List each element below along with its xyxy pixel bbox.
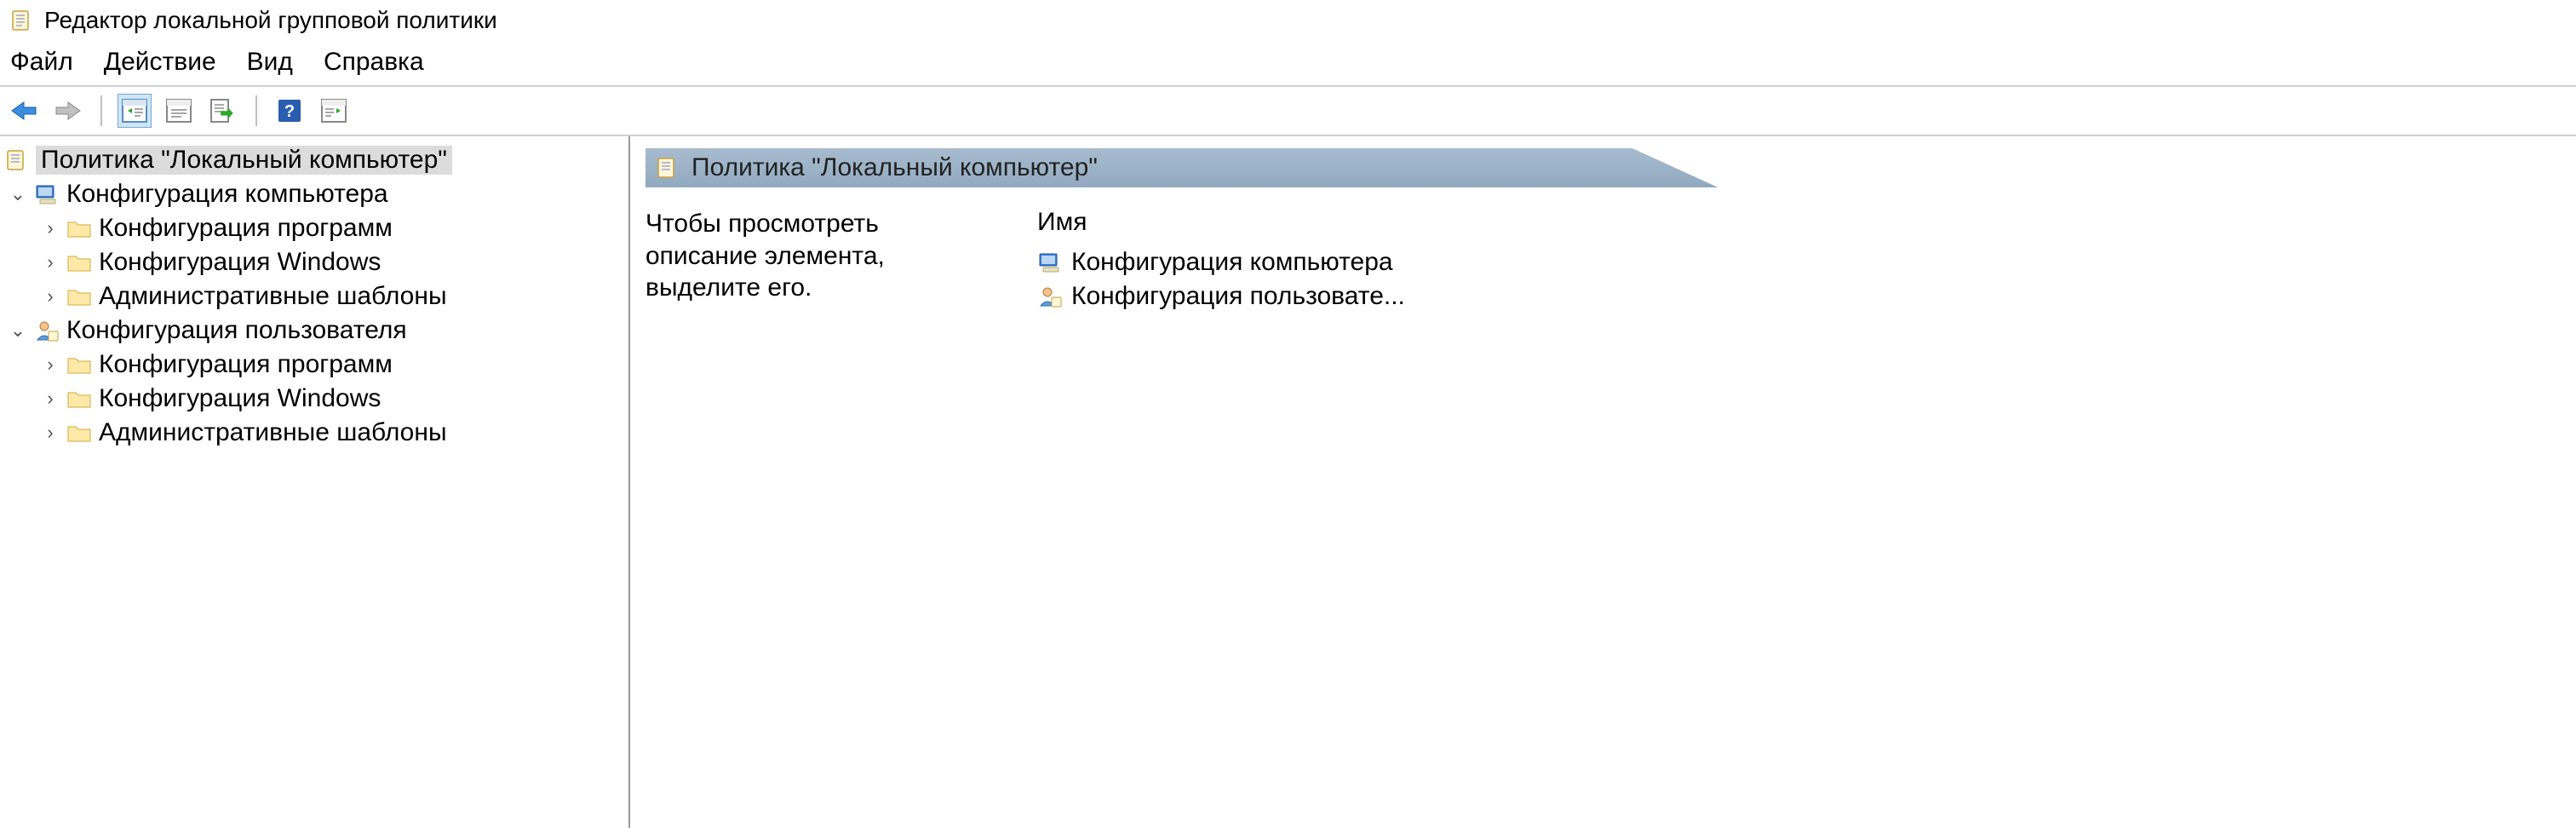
user-icon — [1037, 284, 1063, 309]
menu-help[interactable]: Справка — [324, 48, 424, 77]
tree-user-windows[interactable]: › Конфигурация Windows — [0, 382, 628, 416]
split-container: Политика "Локальный компьютер" ⌄ Конфигу… — [0, 136, 2576, 828]
menu-file[interactable]: Файл — [10, 48, 73, 77]
tree-pane: Политика "Локальный компьютер" ⌄ Конфигу… — [0, 136, 630, 828]
list-item-computer[interactable]: Конфигурация компьютера — [1037, 245, 2561, 279]
detail-list: Имя Конфигурация компьютера Конфигурация… — [1037, 208, 2561, 313]
chevron-right-icon[interactable]: › — [41, 251, 60, 273]
tree-root-node[interactable]: Политика "Локальный компьютер" — [0, 143, 628, 177]
app-icon — [9, 8, 34, 33]
column-header-name[interactable]: Имя — [1037, 208, 2561, 237]
tree-computer-admin[interactable]: › Административные шаблоны — [0, 279, 628, 313]
tree-user-software[interactable]: › Конфигурация программ — [0, 348, 628, 382]
toolbar-separator-2 — [255, 95, 257, 126]
folder-icon — [66, 352, 92, 377]
description-text: Чтобы просмотреть описание элемента, выд… — [645, 208, 986, 313]
policy-icon — [654, 155, 680, 181]
detail-pane: Политика "Локальный компьютер" Чтобы про… — [630, 136, 2576, 828]
show-hide-tree-button[interactable] — [118, 94, 152, 128]
chevron-right-icon[interactable]: › — [41, 422, 60, 444]
chevron-right-icon[interactable]: › — [41, 354, 60, 376]
export-list-button[interactable] — [206, 94, 240, 128]
chevron-right-icon[interactable]: › — [41, 285, 60, 308]
tree-computer-software[interactable]: › Конфигурация программ — [0, 211, 628, 245]
chevron-right-icon[interactable]: › — [41, 388, 60, 410]
list-item-label: Конфигурация пользовате... — [1071, 282, 1405, 311]
computer-icon — [34, 181, 60, 207]
tree-root-label: Политика "Локальный компьютер" — [36, 146, 452, 175]
tree-user-admin[interactable]: › Административные шаблоны — [0, 416, 628, 450]
tree-user-label: Конфигурация пользователя — [66, 316, 407, 345]
tree-item-label: Конфигурация программ — [99, 214, 393, 243]
list-item-label: Конфигурация компьютера — [1071, 248, 1393, 277]
folder-icon — [66, 420, 92, 446]
menu-view[interactable]: Вид — [247, 48, 293, 77]
folder-icon — [66, 386, 92, 411]
tree-item-label: Конфигурация программ — [99, 350, 393, 379]
tree-computer-windows[interactable]: › Конфигурация Windows — [0, 245, 628, 279]
folder-icon — [66, 284, 92, 309]
help-button[interactable]: ? — [273, 94, 307, 128]
window-root: Редактор локальной групповой политики Фа… — [0, 0, 2576, 828]
tree-item-label: Административные шаблоны — [99, 418, 447, 447]
computer-icon — [1037, 250, 1063, 275]
titlebar: Редактор локальной групповой политики — [0, 0, 2576, 41]
back-button[interactable] — [7, 94, 41, 128]
chevron-down-icon[interactable]: ⌄ — [9, 319, 27, 342]
tree-item-label: Административные шаблоны — [99, 282, 447, 311]
detail-body: Чтобы просмотреть описание элемента, выд… — [645, 199, 2561, 313]
chevron-down-icon[interactable]: ⌄ — [9, 183, 27, 205]
user-icon — [34, 318, 60, 343]
tree-user-config[interactable]: ⌄ Конфигурация пользователя — [0, 313, 628, 348]
tree-computer-label: Конфигурация компьютера — [66, 180, 388, 209]
menu-action[interactable]: Действие — [104, 48, 216, 77]
tree-item-label: Конфигурация Windows — [99, 248, 381, 277]
forward-button[interactable] — [51, 94, 85, 128]
tree: Политика "Локальный компьютер" ⌄ Конфигу… — [0, 143, 628, 450]
chevron-right-icon[interactable]: › — [41, 217, 60, 239]
show-hide-action-pane-button[interactable] — [317, 94, 351, 128]
menubar: Файл Действие Вид Справка — [0, 41, 2576, 87]
detail-header-title: Политика "Локальный компьютер" — [691, 153, 1098, 182]
list-item-user[interactable]: Конфигурация пользовате... — [1037, 279, 2561, 313]
svg-text:?: ? — [284, 102, 295, 121]
folder-icon — [66, 216, 92, 241]
toolbar: ? — [0, 87, 2576, 136]
toolbar-separator — [100, 95, 102, 126]
tree-item-label: Конфигурация Windows — [99, 384, 381, 413]
folder-icon — [66, 250, 92, 275]
policy-icon — [3, 147, 29, 173]
window-title: Редактор локальной групповой политики — [44, 7, 497, 34]
detail-header: Политика "Локальный компьютер" — [645, 148, 2561, 187]
properties-button[interactable] — [162, 94, 196, 128]
tree-computer-config[interactable]: ⌄ Конфигурация компьютера — [0, 177, 628, 211]
